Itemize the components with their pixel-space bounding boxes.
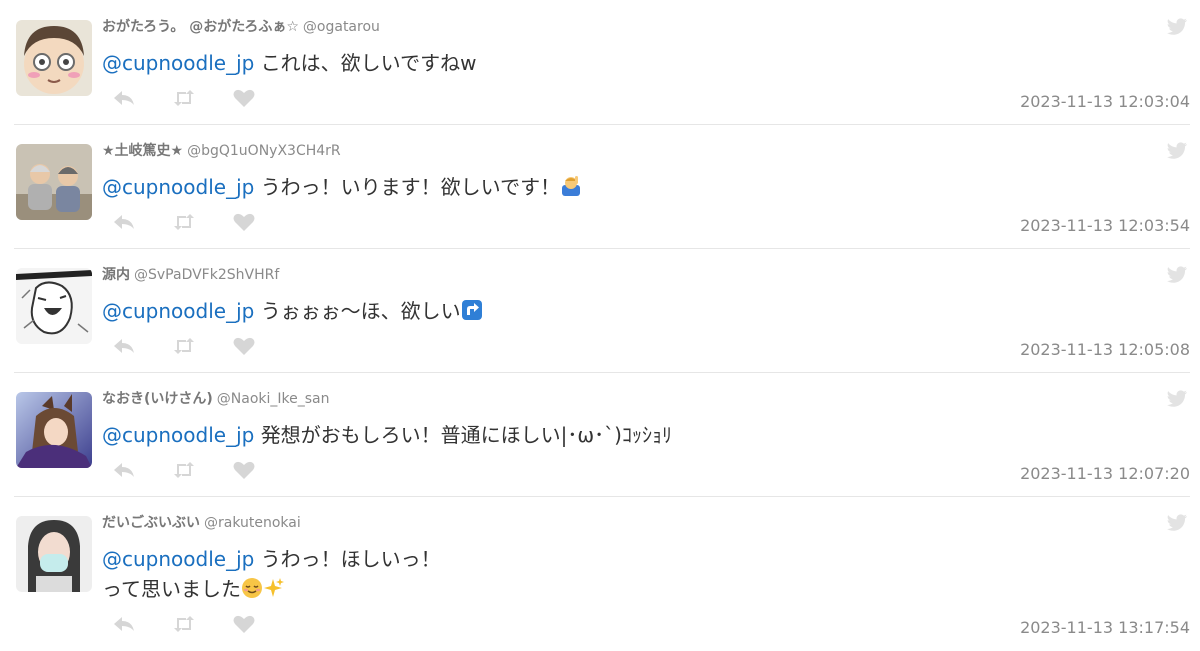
user-handle[interactable]: @ogatarou [303,19,380,35]
heart-icon[interactable] [232,614,260,634]
tweet-meta: なおき(いけさん) @Naoki_Ike_san [102,390,330,408]
reply-icon[interactable] [112,460,140,480]
user-name[interactable]: 源内 [102,267,130,283]
heart-icon[interactable] [232,460,260,480]
heart-icon[interactable] [232,336,260,356]
tweet-actions [112,336,260,356]
tweet-body: うわっ！いります！欲しいです！ [260,175,561,199]
tweet-card: 源内 @SvPaDVFk2ShVHRf @cupnoodle_jp うぉぉぉ〜ほ、… [0,248,1200,372]
mention-link[interactable]: @cupnoodle_jp [102,299,254,323]
avatar[interactable] [16,144,92,220]
reply-icon[interactable] [112,212,140,232]
reply-icon[interactable] [112,88,140,108]
timestamp[interactable]: 2023-11-13 12:03:54 [1020,216,1190,235]
user-handle[interactable]: @SvPaDVFk2ShVHRf [134,267,279,283]
timestamp[interactable]: 2023-11-13 12:05:08 [1020,340,1190,359]
tweet-feed: おがたろう。 @おがたろふぁ☆ @ogatarou @cupnoodle_jp こ… [0,0,1200,651]
tweet-card: なおき(いけさん) @Naoki_Ike_san @cupnoodle_jp 発想… [0,372,1200,496]
tweet-card: ★土岐篤史★ @bgQ1uONyX3CH4rR @cupnoodle_jp うわっ… [0,124,1200,248]
tweet-card: だいごぶいぶい @rakutenokai @cupnoodle_jp うわっ！ほし… [0,496,1200,651]
timestamp[interactable]: 2023-11-13 12:03:04 [1020,92,1190,111]
avatar[interactable] [16,20,92,96]
heart-icon[interactable] [232,212,260,232]
sparkles-emoji [263,577,285,607]
twitter-bird-icon[interactable] [1166,390,1188,408]
tweet-actions [112,614,260,634]
heart-icon[interactable] [232,88,260,108]
mention-link[interactable]: @cupnoodle_jp [102,51,254,75]
relieved-face-emoji [241,577,263,607]
retweet-icon[interactable] [172,212,200,232]
tweet-meta: だいごぶいぶい @rakutenokai [102,514,301,532]
twitter-bird-icon[interactable] [1166,18,1188,36]
tweet-meta: おがたろう。 @おがたろふぁ☆ @ogatarou [102,18,380,36]
avatar[interactable] [16,268,92,344]
tweet-actions [112,460,260,480]
tweet-text: @cupnoodle_jp うわっ！ほしいっ！ って思いました [102,544,1102,607]
twitter-bird-icon[interactable] [1166,142,1188,160]
arrow-up-right-emoji [461,299,483,329]
tweet-meta: 源内 @SvPaDVFk2ShVHRf [102,266,279,284]
mention-link[interactable]: @cupnoodle_jp [102,547,254,571]
timestamp[interactable]: 2023-11-13 12:07:20 [1020,464,1190,483]
avatar[interactable] [16,516,92,592]
user-name[interactable]: おがたろう。 @おがたろふぁ☆ [102,19,299,35]
tweet-meta: ★土岐篤史★ @bgQ1uONyX3CH4rR [102,142,341,160]
retweet-icon[interactable] [172,614,200,634]
tweet-body: うぉぉぉ〜ほ、欲しい [260,299,461,323]
reply-icon[interactable] [112,336,140,356]
tweet-text: @cupnoodle_jp うわっ！いります！欲しいです！ [102,172,1102,205]
avatar[interactable] [16,392,92,468]
tweet-text: @cupnoodle_jp これは、欲しいですねw [102,48,1102,78]
tweet-actions [112,88,260,108]
user-name[interactable]: なおき(いけさん) [102,391,213,407]
tweet-body-line2: って思いました [102,577,241,601]
mention-link[interactable]: @cupnoodle_jp [102,423,254,447]
user-name[interactable]: ★土岐篤史★ [102,143,183,159]
timestamp[interactable]: 2023-11-13 13:17:54 [1020,618,1190,637]
tweet-body: 発想がおもしろい！普通にほしい|･ω･`)ｺｯｼｮﾘ [260,423,672,447]
reply-icon[interactable] [112,614,140,634]
tweet-body: うわっ！ほしいっ！ [260,547,441,571]
tweet-body: これは、欲しいですねw [260,51,477,75]
person-raising-hand-emoji [560,175,582,205]
user-name[interactable]: だいごぶいぶい [102,515,200,531]
tweet-text: @cupnoodle_jp 発想がおもしろい！普通にほしい|･ω･`)ｺｯｼｮﾘ [102,420,1102,450]
twitter-bird-icon[interactable] [1166,266,1188,284]
user-handle[interactable]: @bgQ1uONyX3CH4rR [187,143,341,159]
tweet-card: おがたろう。 @おがたろふぁ☆ @ogatarou @cupnoodle_jp こ… [0,0,1200,124]
tweet-text: @cupnoodle_jp うぉぉぉ〜ほ、欲しい [102,296,1102,329]
twitter-bird-icon[interactable] [1166,514,1188,532]
user-handle[interactable]: @rakutenokai [204,515,301,531]
retweet-icon[interactable] [172,88,200,108]
retweet-icon[interactable] [172,460,200,480]
mention-link[interactable]: @cupnoodle_jp [102,175,254,199]
retweet-icon[interactable] [172,336,200,356]
tweet-actions [112,212,260,232]
user-handle[interactable]: @Naoki_Ike_san [217,391,330,407]
